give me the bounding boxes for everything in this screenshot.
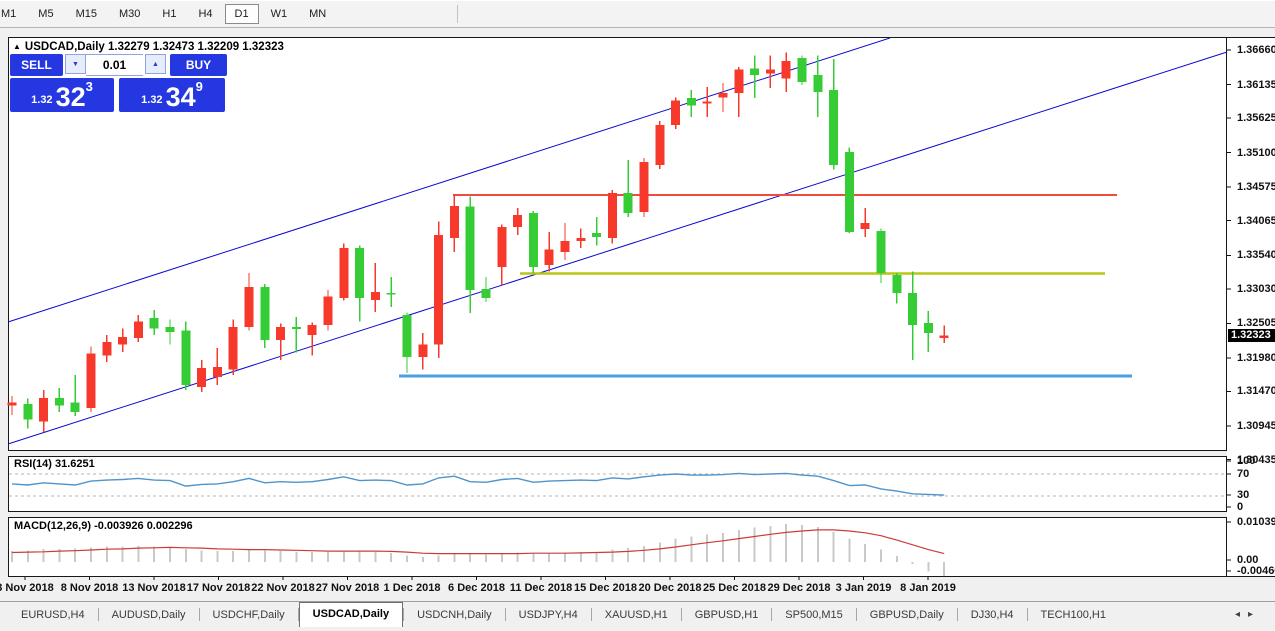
price-axis-tick-label: 1.36135 [1237,79,1275,91]
bid-price-button[interactable]: 1.32 32 3 [10,78,114,112]
chart-tab-gbpusd-daily[interactable]: GBPUSD,Daily [857,604,957,627]
macd-title: MACD(12,26,9) [14,520,91,532]
timeframe-toolbar: M1M5M15M30H1H4D1W1MN [0,0,1275,28]
date-axis-label: 11 Dec 2018 [510,582,572,594]
chart-symbol-label: USDCAD,Daily [25,41,105,53]
tab-scroll-right-button[interactable]: ▸ [1248,609,1261,620]
rsi-header: RSI(14) 31.6251 [14,458,95,470]
chart-tab-audusd-daily[interactable]: AUDUSD,Daily [99,604,199,627]
rsi-current-value: 31.6251 [55,458,95,470]
price-axis-tick-label: 1.32505 [1237,317,1275,329]
chart-tab-bar: EURUSD,H4AUDUSD,DailyUSDCHF,DailyUSDCAD,… [0,601,1275,627]
tab-scroll-left-button[interactable]: ◂ [1235,609,1248,620]
toolbar-separator [457,5,458,23]
macd-header: MACD(12,26,9) -0.003926 0.002296 [14,520,193,532]
buy-button[interactable]: BUY [170,54,227,76]
timeframe-button-w1[interactable]: W1 [261,4,298,24]
price-axis-tick-label: 1.30945 [1237,420,1275,432]
one-click-collapse-arrow[interactable]: ▲ [13,42,21,51]
macd-current-values: -0.003926 0.002296 [94,520,192,532]
price-axis-tick-label: 1.33030 [1237,283,1275,295]
chart-tab-usdchf-daily[interactable]: USDCHF,Daily [200,604,298,627]
date-axis-label: 15 Dec 2018 [574,582,637,594]
current-price-tag: 1.32323 [1228,329,1275,342]
date-axis-label: 22 Nov 2018 [251,582,315,594]
date-axis-label: 25 Dec 2018 [703,582,766,594]
date-axis-label: 29 Dec 2018 [768,582,831,594]
status-strip [0,627,1275,631]
timeframe-button-m30[interactable]: M30 [109,4,150,24]
timeframe-button-m1[interactable]: M1 [0,4,26,24]
chart-tab-tech100-h1[interactable]: TECH100,H1 [1028,604,1119,627]
date-axis-label: 20 Dec 2018 [639,582,702,594]
timeframe-button-d1[interactable]: D1 [225,4,259,24]
macd-level-label: 0.010397 [1237,516,1275,528]
timeframe-button-mn[interactable]: MN [299,4,336,24]
rsi-level-label: 30 [1237,489,1249,501]
timeframe-button-m15[interactable]: M15 [66,4,107,24]
chart-tab-dj30-h4[interactable]: DJ30,H4 [958,604,1027,627]
chart-tab-sp500-m15[interactable]: SP500,M15 [772,604,855,627]
chart-title: ▲ USDCAD,Daily 1.32279 1.32473 1.32209 1.… [13,41,284,53]
rsi-level-label: 70 [1237,468,1249,480]
date-axis-label: 3 Jan 2019 [836,582,892,594]
bid-price-prefix: 1.32 [31,94,52,106]
timeframe-button-h4[interactable]: H4 [188,4,222,24]
chart-tab-gbpusd-h1[interactable]: GBPUSD,H1 [682,604,772,627]
trading-platform-window: M1M5M15M30H1H4D1W1MN ▲USDCAD,Daily 1.322… [0,0,1275,631]
date-axis-label: 27 Nov 2018 [316,582,380,594]
date-axis-label: 3 Nov 2018 [0,582,54,594]
bid-price-pip: 3 [86,79,93,94]
price-axis-tick-label: 1.35625 [1237,112,1275,124]
date-axis-label: 13 Nov 2018 [122,582,186,594]
chart-tab-usdcad-daily[interactable]: USDCAD,Daily [299,602,403,627]
rsi-indicator-pane [8,456,1227,512]
price-axis-tick-label: 1.36660 [1237,44,1275,56]
tab-scroll-arrows: ◂▸ [1235,609,1261,620]
date-axis-label: 17 Nov 2018 [187,582,251,594]
chart-tab-eurusd-h4[interactable]: EURUSD,H4 [8,604,98,627]
price-axis-tick-label: 1.34065 [1237,215,1275,227]
sell-button[interactable]: SELL [10,54,63,76]
price-axis-tick-label: 1.33540 [1237,249,1275,261]
chart-tab-usdjpy-h4[interactable]: USDJPY,H4 [506,604,591,627]
rsi-title: RSI(14) [14,458,52,470]
timeframe-button-h1[interactable]: H1 [152,4,186,24]
one-click-trading-widget: SELL ▼ ▲ BUY 1.32 32 3 1.32 34 9 [10,54,227,112]
ask-price-main: 34 [166,85,196,109]
chart-ohlc-values: 1.32279 1.32473 1.32209 1.32323 [108,41,284,53]
chart-tabs: EURUSD,H4AUDUSD,DailyUSDCHF,DailyUSDCAD,… [8,602,1119,627]
date-axis-label: 8 Jan 2019 [900,582,956,594]
rsi-level-label: 0 [1237,501,1243,513]
chart-tab-usdcnh-daily[interactable]: USDCNH,Daily [404,604,505,627]
date-axis-label: 6 Dec 2018 [448,582,505,594]
lot-increase-button[interactable]: ▲ [145,54,166,74]
chart-tab-xauusd-h1[interactable]: XAUUSD,H1 [592,604,681,627]
ask-price-button[interactable]: 1.32 34 9 [119,78,225,112]
macd-level-label: -0.004608 [1237,565,1275,577]
price-axis-tick-label: 1.35100 [1237,147,1275,159]
lot-decrease-button[interactable]: ▼ [65,54,86,74]
price-axis-tick-label: 1.31470 [1237,385,1275,397]
price-axis-tick-label: 1.31980 [1237,352,1275,364]
price-axis-tick-label: 1.34575 [1237,181,1275,193]
rsi-level-label: 100 [1237,455,1255,467]
timeframe-buttons: M1M5M15M30H1H4D1W1MN [0,4,337,24]
bid-price-main: 32 [56,85,86,109]
date-axis-label: 1 Dec 2018 [384,582,441,594]
timeframe-button-m5[interactable]: M5 [28,4,63,24]
ask-price-prefix: 1.32 [141,94,162,106]
lot-size-input[interactable] [86,54,143,76]
date-axis-label: 8 Nov 2018 [61,582,118,594]
ask-price-pip: 9 [196,79,203,94]
